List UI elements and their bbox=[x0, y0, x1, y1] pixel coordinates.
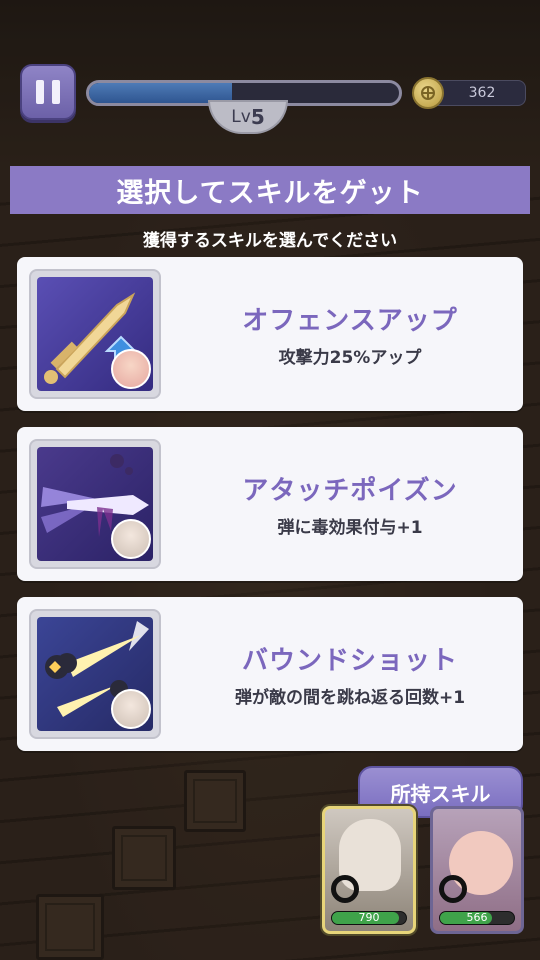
coin-icon bbox=[412, 77, 444, 109]
skill-icon-frame bbox=[29, 439, 161, 569]
hp-value: 566 bbox=[466, 911, 488, 924]
skill-description: 攻撃力25%アップ bbox=[278, 348, 422, 368]
pause-button[interactable] bbox=[20, 64, 76, 120]
skill-card-offense-up[interactable]: オフェンスアップ 攻撃力25%アップ bbox=[17, 257, 523, 411]
hp-value: 790 bbox=[358, 911, 380, 924]
character-portrait bbox=[111, 519, 151, 559]
pause-icon bbox=[36, 80, 44, 104]
coin-count: 362 bbox=[468, 85, 496, 101]
character-portrait bbox=[111, 689, 151, 729]
level-prefix: Lv bbox=[231, 107, 251, 127]
skill-icon-frame bbox=[29, 269, 161, 399]
dialog-subtitle: 獲得するスキルを選んでください bbox=[142, 231, 398, 251]
ring-icon bbox=[331, 875, 359, 903]
party-character-card[interactable]: 566 bbox=[430, 806, 524, 934]
skill-name: アタッチポイズン bbox=[242, 476, 458, 506]
skill-name: バウンドショット bbox=[241, 646, 458, 676]
character-portrait bbox=[111, 349, 151, 389]
owned-skills-label: 所持スキル bbox=[390, 781, 491, 806]
skill-card-bound-shot[interactable]: バウンドショット 弾が敵の間を跳ね返る回数+1 bbox=[17, 597, 523, 751]
poison-arrow-icon bbox=[37, 447, 153, 561]
bounce-shot-icon bbox=[37, 617, 153, 731]
hp-bar: 566 bbox=[439, 911, 515, 925]
skill-description: 弾に毒効果付与+1 bbox=[277, 518, 423, 538]
skill-name: オフェンスアップ bbox=[242, 306, 458, 336]
dialog-title: 選択してスキルをゲット bbox=[10, 166, 530, 214]
sword-up-icon bbox=[37, 277, 153, 391]
level-value: 5 bbox=[250, 105, 265, 129]
skill-description: 弾が敵の間を跳ね返る回数+1 bbox=[234, 688, 466, 708]
party-character-card[interactable]: 790 bbox=[322, 806, 416, 934]
ring-icon bbox=[439, 875, 467, 903]
hp-bar: 790 bbox=[331, 911, 407, 925]
skill-card-attach-poison[interactable]: アタッチポイズン 弾に毒効果付与+1 bbox=[17, 427, 523, 581]
skill-icon-frame bbox=[29, 609, 161, 739]
dialog-title-text: 選択してスキルをゲット bbox=[116, 177, 424, 209]
